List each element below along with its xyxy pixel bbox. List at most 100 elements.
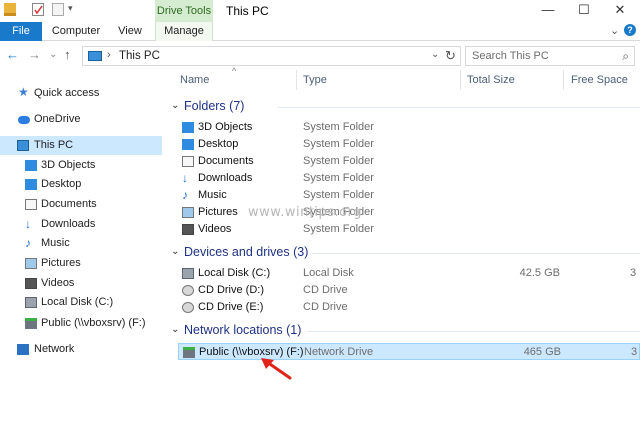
- explorer-app-icon[interactable]: [4, 3, 16, 16]
- music-icon: ♪: [182, 188, 188, 202]
- sidebar-item-public-f[interactable]: Public (\\vboxsrv) (F:): [0, 314, 162, 333]
- star-icon: ★: [18, 85, 29, 99]
- tab-manage[interactable]: Manage: [155, 22, 213, 41]
- item-free-space: 3: [631, 346, 638, 358]
- column-header-name[interactable]: Name: [180, 74, 209, 86]
- breadcrumb-this-pc[interactable]: This PC: [119, 50, 160, 62]
- videos-icon: [182, 224, 194, 235]
- navigation-bar: ← → ⌄ ↑ › This PC ⌄ ↻ Search This PC ⌕: [0, 42, 640, 68]
- recent-locations-button[interactable]: ⌄: [49, 49, 57, 60]
- chevron-down-icon: ⌄: [171, 100, 180, 111]
- sidebar-item-label: Local Disk (C:): [41, 296, 114, 308]
- list-item-downloads[interactable]: ↓ Downloads System Folder: [178, 170, 640, 187]
- forward-button[interactable]: →: [28, 47, 41, 62]
- sidebar-item-onedrive[interactable]: OneDrive: [0, 110, 162, 129]
- item-type: System Folder: [303, 121, 374, 133]
- sidebar-item-local-disk-c[interactable]: Local Disk (C:): [0, 293, 162, 312]
- refresh-icon[interactable]: ↻: [445, 48, 456, 64]
- group-title: Folders (7): [184, 99, 245, 113]
- downloads-icon: ↓: [25, 217, 31, 231]
- sidebar-item-label: Music: [41, 237, 70, 249]
- breadcrumb-separator[interactable]: ›: [107, 49, 111, 61]
- local-disk-icon: [182, 268, 194, 279]
- column-header-total-size[interactable]: Total Size: [467, 74, 515, 86]
- 3d-objects-icon: [182, 122, 194, 133]
- minimize-button[interactable]: —: [530, 0, 566, 20]
- sidebar-item-label: Pictures: [41, 257, 81, 269]
- list-item-music[interactable]: ♪ Music System Folder: [178, 187, 640, 204]
- sidebar-item-quick-access[interactable]: ★ Quick access: [0, 84, 162, 103]
- downloads-icon: ↓: [182, 171, 188, 185]
- up-button[interactable]: ↑: [64, 47, 71, 62]
- new-folder-icon[interactable]: [52, 3, 64, 16]
- sidebar-item-network[interactable]: Network: [0, 340, 162, 359]
- group-header-folders[interactable]: ⌄ Folders (7): [168, 98, 640, 116]
- group-title: Devices and drives (3): [184, 245, 309, 259]
- tab-computer[interactable]: Computer: [48, 22, 104, 41]
- column-header-free-space[interactable]: Free Space: [571, 74, 628, 86]
- list-item-cd-drive-d[interactable]: CD Drive (D:) CD Drive: [178, 282, 640, 299]
- list-item-local-disk-c[interactable]: Local Disk (C:) Local Disk 42.5 GB 3: [178, 265, 640, 282]
- sidebar-item-label: Network: [34, 343, 75, 355]
- column-divider[interactable]: [296, 70, 297, 90]
- cd-drive-icon: [182, 302, 194, 313]
- tab-file[interactable]: File: [0, 22, 42, 41]
- list-item-3d-objects[interactable]: 3D Objects System Folder: [178, 119, 640, 136]
- item-total-size: 42.5 GB: [519, 267, 560, 279]
- search-icon: ⌕: [622, 49, 629, 63]
- sidebar-item-label: Documents: [41, 198, 97, 210]
- maximize-button[interactable]: ☐: [566, 0, 602, 20]
- column-divider[interactable]: [460, 70, 461, 90]
- item-name: Downloads: [198, 172, 253, 184]
- documents-icon: [182, 156, 194, 167]
- list-item-desktop[interactable]: Desktop System Folder: [178, 136, 640, 153]
- item-name: Local Disk (C:): [198, 267, 271, 279]
- item-name: Desktop: [198, 138, 239, 150]
- title-bar: ▾ Drive Tools This PC — ☐ ✕: [0, 0, 640, 22]
- watermark-text: www.wintips.org: [248, 205, 363, 220]
- help-icon[interactable]: ?: [624, 24, 636, 36]
- close-button[interactable]: ✕: [602, 0, 638, 20]
- desktop-icon: [182, 139, 194, 150]
- search-input[interactable]: Search This PC ⌕: [465, 46, 635, 66]
- back-button[interactable]: ←: [6, 47, 19, 62]
- sidebar-item-label: Public (\\vboxsrv) (F:): [41, 317, 146, 329]
- sidebar-item-label: Downloads: [41, 218, 96, 230]
- group-header-devices[interactable]: ⌄ Devices and drives (3): [168, 244, 640, 262]
- computer-icon: [88, 51, 102, 61]
- pictures-icon: [25, 258, 37, 269]
- item-free-space: 3: [630, 267, 637, 279]
- item-type: Local Disk: [303, 267, 354, 279]
- address-bar[interactable]: › This PC ⌄ ↻: [82, 46, 461, 66]
- list-item-public-f[interactable]: Public (\\vboxsrv) (F:) Network Drive 46…: [178, 343, 640, 360]
- item-type: System Folder: [303, 189, 374, 201]
- list-item-documents[interactable]: Documents System Folder: [178, 153, 640, 170]
- sidebar-item-label: This PC: [34, 139, 74, 151]
- sidebar-item-3d-objects[interactable]: 3D Objects: [0, 156, 162, 175]
- tab-view[interactable]: View: [111, 22, 149, 41]
- network-icon: [17, 344, 29, 355]
- sidebar-item-this-pc[interactable]: This PC: [0, 136, 162, 155]
- chevron-down-icon: ⌄: [171, 324, 180, 335]
- sidebar-item-music[interactable]: ♪ Music: [0, 234, 162, 253]
- window-title: This PC: [226, 4, 269, 18]
- customize-toolbar-icon[interactable]: ▾: [68, 3, 73, 14]
- column-divider[interactable]: [563, 70, 564, 90]
- group-divider: [308, 331, 640, 332]
- sidebar-item-documents[interactable]: Documents: [0, 195, 162, 214]
- sidebar-item-pictures[interactable]: Pictures: [0, 254, 162, 273]
- network-drive-icon: [183, 347, 195, 358]
- group-header-network-locations[interactable]: ⌄ Network locations (1): [168, 322, 640, 340]
- sidebar-item-downloads[interactable]: ↓ Downloads: [0, 215, 162, 234]
- ribbon-tabs: File Computer View Manage ⌄ ?: [0, 22, 640, 41]
- list-item-videos[interactable]: Videos System Folder: [178, 221, 640, 238]
- sidebar-item-desktop[interactable]: Desktop: [0, 175, 162, 194]
- sidebar-item-videos[interactable]: Videos: [0, 274, 162, 293]
- properties-icon[interactable]: [32, 3, 44, 16]
- list-item-cd-drive-e[interactable]: CD Drive (E:) CD Drive: [178, 299, 640, 316]
- sidebar-item-label: OneDrive: [34, 113, 81, 125]
- ribbon-expand-icon[interactable]: ⌄: [610, 24, 619, 37]
- item-name: Videos: [198, 223, 232, 235]
- column-header-type[interactable]: Type: [303, 74, 327, 86]
- address-dropdown-icon[interactable]: ⌄: [431, 49, 439, 60]
